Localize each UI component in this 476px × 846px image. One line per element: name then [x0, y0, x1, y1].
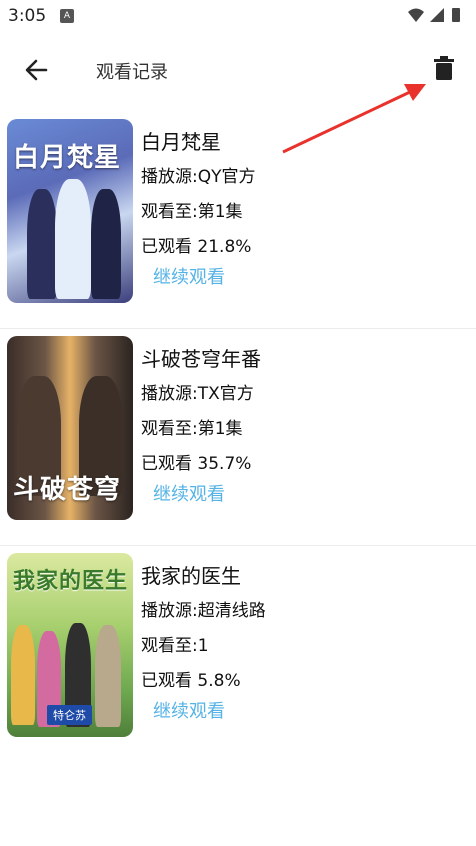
- watched-episode: 观看至:第1集: [141, 419, 243, 439]
- play-source: 播放源:超清线路: [141, 601, 266, 621]
- watched-episode: 观看至:1: [141, 636, 209, 656]
- show-title: 斗破苍穹年番: [141, 347, 261, 371]
- continue-watching-button[interactable]: 继续观看: [153, 700, 266, 724]
- play-source: 播放源:TX官方: [141, 384, 254, 404]
- poster-title: 我家的医生: [13, 569, 129, 594]
- continue-watching-button[interactable]: 继续观看: [153, 266, 256, 290]
- history-item[interactable]: 白月梵星 白月梵星 播放源:QY官方 观看至:第1集 已观看 21.8% 继续观…: [0, 112, 476, 329]
- item-info: 斗破苍穹年番 播放源:TX官方 观看至:第1集 已观看 35.7% 继续观看: [141, 347, 261, 507]
- watch-progress: 已观看 35.7%: [141, 454, 252, 474]
- history-item[interactable]: 斗破苍穹 斗破苍穹年番 播放源:TX官方 观看至:第1集 已观看 35.7% 继…: [0, 329, 476, 546]
- poster-figure: [11, 625, 35, 725]
- poster-image[interactable]: 斗破苍穹: [7, 336, 133, 520]
- poster-image[interactable]: 我家的医生 特仑苏: [7, 553, 133, 737]
- history-item[interactable]: 我家的医生 特仑苏 我家的医生 播放源:超清线路 观看至:1 已观看 5.8% …: [0, 546, 476, 762]
- poster-badge: 特仑苏: [47, 705, 92, 725]
- poster-image[interactable]: 白月梵星: [7, 119, 133, 303]
- watch-progress: 已观看 21.8%: [141, 237, 252, 257]
- poster-figure: [91, 189, 121, 299]
- item-info: 白月梵星 播放源:QY官方 观看至:第1集 已观看 21.8% 继续观看: [141, 130, 256, 290]
- play-source: 播放源:QY官方: [141, 167, 256, 187]
- show-title: 我家的医生: [141, 564, 241, 588]
- poster-figure: [95, 625, 121, 727]
- poster-title: 白月梵星: [13, 143, 122, 173]
- poster-title: 斗破苍穹: [13, 475, 122, 505]
- continue-watching-button[interactable]: 继续观看: [153, 483, 261, 507]
- watch-progress: 已观看 5.8%: [141, 671, 241, 691]
- watched-episode: 观看至:第1集: [141, 202, 243, 222]
- item-info: 我家的医生 播放源:超清线路 观看至:1 已观看 5.8% 继续观看: [141, 564, 266, 724]
- poster-figure: [55, 179, 91, 299]
- history-list: 白月梵星 白月梵星 播放源:QY官方 观看至:第1集 已观看 21.8% 继续观…: [0, 112, 476, 762]
- poster-figure: [27, 189, 57, 299]
- show-title: 白月梵星: [141, 130, 221, 154]
